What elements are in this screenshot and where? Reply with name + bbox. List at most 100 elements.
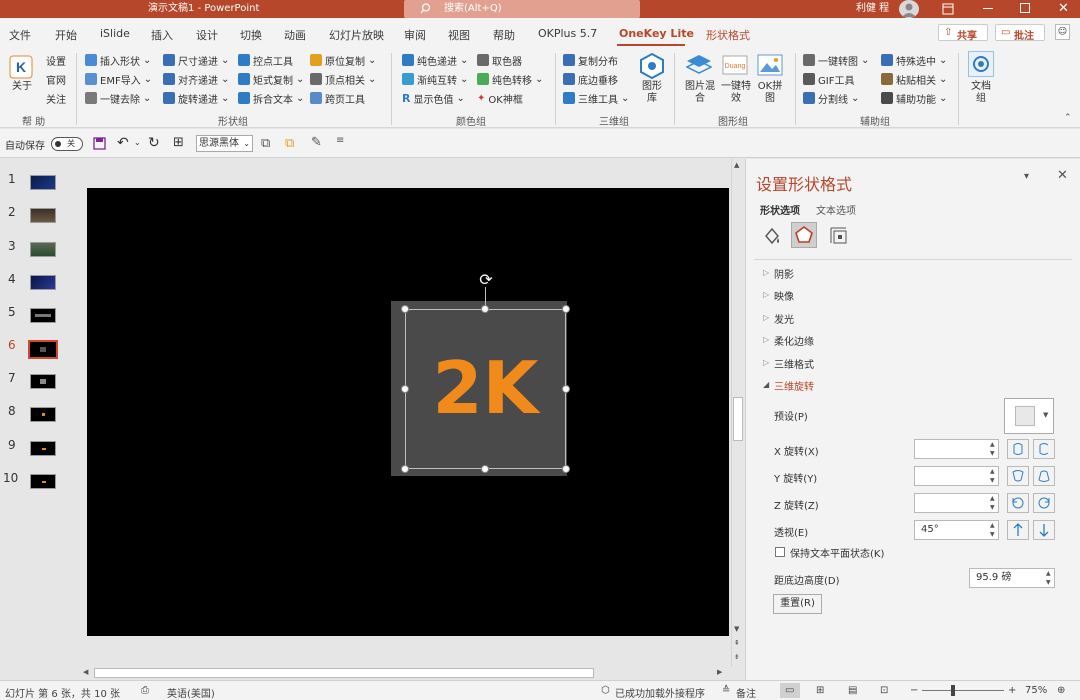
perspective-decrease-button[interactable] — [1033, 520, 1055, 540]
tab-shape-format[interactable]: 形状格式 — [706, 27, 750, 43]
y-rotation-input[interactable]: ▲ ▼ — [914, 466, 999, 486]
share-button[interactable]: ⇧ 共享 — [938, 24, 988, 42]
tab-view[interactable]: 视图 — [448, 27, 470, 43]
section-3d-rotation[interactable]: 三维旋转 — [774, 378, 814, 393]
close-button[interactable]: ✕ — [1058, 0, 1069, 17]
undo-dropdown-icon[interactable]: ⌄ — [134, 138, 141, 147]
perspective-increase-button[interactable] — [1007, 520, 1029, 540]
language-label[interactable]: 英语(美国) — [167, 685, 215, 700]
pane-close-icon[interactable]: ✕ — [1057, 168, 1068, 183]
slide-thumb-9[interactable] — [30, 441, 56, 456]
tab-islide[interactable]: iSlide — [100, 27, 130, 40]
horizontal-scrollbar[interactable]: ◀ ▶ — [78, 667, 730, 680]
resize-handle[interactable] — [481, 465, 489, 473]
show-color-value-button[interactable]: R 显示色值 ⌄ — [402, 91, 465, 106]
notes-button[interactable]: 备注 — [736, 685, 756, 700]
y-rotate-up-button[interactable] — [1007, 466, 1029, 486]
horizontal-scroll-thumb[interactable] — [94, 668, 594, 678]
reading-view-icon[interactable]: ▤ — [848, 685, 857, 696]
one-key-remove-button[interactable]: 一键去除 ⌄ — [85, 91, 151, 106]
tab-okplus[interactable]: OKPlus 5.7 — [538, 27, 597, 40]
scroll-right-icon[interactable]: ▶ — [717, 668, 722, 676]
rotate-handle-icon[interactable]: ⟳ — [476, 271, 496, 289]
tab-insert[interactable]: 插入 — [151, 27, 173, 43]
vertical-scrollbar[interactable]: ▲ ▼ ⇞ ⇟ — [731, 159, 744, 667]
rotate-step-button[interactable]: 旋转递进 ⌄ — [163, 91, 229, 106]
tab-review[interactable]: 审阅 — [404, 27, 426, 43]
slide-thumb-4[interactable] — [30, 275, 56, 290]
keep-text-flat-checkbox[interactable] — [775, 547, 785, 557]
doc-group-button[interactable]: 文档组 — [970, 81, 992, 105]
vertex-button[interactable]: 顶点相关 ⌄ — [310, 72, 376, 87]
section-reflection[interactable]: 映像 — [774, 288, 794, 303]
resize-handle[interactable] — [401, 305, 409, 313]
3d-tool-button[interactable]: 三维工具 ⌄ — [563, 91, 629, 106]
one-key-effect-button[interactable]: 一键特效 — [720, 81, 752, 105]
autosave-toggle[interactable]: 关 — [51, 137, 83, 151]
collapse-ribbon-icon[interactable]: ⌃ — [1064, 113, 1072, 123]
image-mix-button[interactable]: 图片混合 — [684, 81, 716, 105]
emoji-button[interactable]: ☺ — [1055, 24, 1070, 40]
distance-input[interactable]: 95.9 磅 ▲ ▼ — [969, 568, 1055, 588]
avatar[interactable] — [899, 0, 919, 18]
scroll-down-icon[interactable]: ▼ — [734, 625, 739, 633]
tab-slideshow[interactable]: 幻灯片放映 — [329, 27, 384, 43]
font-select[interactable]: 思源黑体 ⌄ — [196, 135, 253, 152]
reset-button[interactable]: 重置(R) — [773, 594, 822, 614]
zoom-slider-thumb[interactable] — [951, 685, 955, 696]
slide-thumb-8[interactable] — [30, 407, 56, 422]
search-box[interactable]: 搜索(Alt+Q) — [404, 0, 640, 18]
handle-tool-button[interactable]: 控点工具 — [238, 53, 293, 68]
pane-options-icon[interactable]: ▾ — [1024, 171, 1029, 182]
x-rotate-left-button[interactable] — [1007, 439, 1029, 459]
image-mix-icon[interactable] — [686, 53, 712, 77]
ok-collage-button[interactable]: OK拼图 — [755, 81, 785, 105]
y-rotate-down-button[interactable] — [1033, 466, 1055, 486]
slide-thumb-10[interactable] — [30, 474, 56, 489]
shape-library-icon[interactable] — [640, 53, 664, 79]
settings-button[interactable]: 设置 — [46, 53, 66, 68]
gradient-convert-button[interactable]: 渐纯互转 ⌄ — [402, 72, 468, 87]
scroll-left-icon[interactable]: ◀ — [83, 668, 88, 676]
insert-shape-button[interactable]: 插入形状 ⌄ — [85, 53, 151, 68]
cross-page-button[interactable]: 跨页工具 — [310, 91, 365, 106]
slide-thumb-2[interactable] — [30, 208, 56, 223]
customize-qat-icon[interactable]: ≡ — [336, 135, 344, 146]
ok-collage-icon[interactable] — [757, 53, 783, 77]
split-text-button[interactable]: 拆合文本 ⌄ — [238, 91, 304, 106]
tab-file[interactable]: 文件 — [9, 27, 31, 43]
fill-line-icon[interactable] — [762, 226, 782, 246]
x-rotation-input[interactable]: ▲ ▼ — [914, 439, 999, 459]
special-select-button[interactable]: 特殊选中 ⌄ — [881, 53, 947, 68]
resize-handle[interactable] — [562, 465, 570, 473]
section-shadow[interactable]: 阴影 — [774, 266, 794, 281]
slide-thumb-5[interactable] — [30, 308, 56, 323]
zoom-out-icon[interactable]: − — [910, 685, 918, 696]
effects-icon[interactable] — [791, 222, 817, 248]
next-slide-icon[interactable]: ⇟ — [734, 653, 740, 661]
redo-icon[interactable]: ↻ — [148, 135, 160, 151]
arrange-icon[interactable]: ⧉ — [285, 136, 294, 151]
about-icon[interactable]: K — [9, 55, 33, 79]
zoom-level[interactable]: 75% — [1025, 685, 1047, 696]
matrix-copy-button[interactable]: 矩式复制 ⌄ — [238, 72, 304, 87]
gif-tool-button[interactable]: GIF工具 — [803, 72, 854, 87]
slide-thumb-3[interactable] — [30, 242, 56, 257]
copy-distribute-button[interactable]: 复制分布 — [563, 53, 618, 68]
tab-home[interactable]: 开始 — [55, 27, 77, 43]
bottom-shift-button[interactable]: 底边垂移 — [563, 72, 618, 87]
tab-text-options[interactable]: 文本选项 — [816, 202, 856, 217]
in-place-copy-button[interactable]: 原位复制 ⌄ — [310, 53, 376, 68]
group-icon[interactable]: ⧉ — [261, 136, 270, 151]
z-rotate-ccw-button[interactable] — [1007, 493, 1029, 513]
section-soft-edges[interactable]: 柔化边缘 — [774, 333, 814, 348]
section-glow[interactable]: 发光 — [774, 311, 794, 326]
section-3d-format[interactable]: 三维格式 — [774, 356, 814, 371]
ribbon-display-icon[interactable] — [942, 3, 954, 15]
size-step-button[interactable]: 尺寸递进 ⌄ — [163, 53, 229, 68]
minimize-button[interactable] — [983, 8, 993, 9]
one-key-effect-icon[interactable]: Duang — [722, 53, 748, 77]
zoom-in-icon[interactable]: + — [1008, 685, 1016, 696]
presenter-icon[interactable]: ⊞ — [173, 135, 184, 150]
z-rotation-input[interactable]: ▲ ▼ — [914, 493, 999, 513]
